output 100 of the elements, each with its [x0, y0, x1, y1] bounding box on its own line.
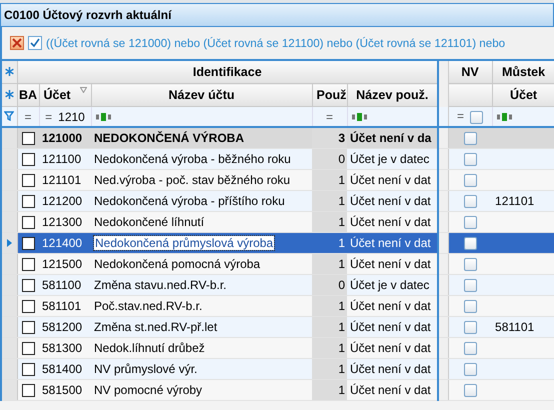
asterisk-icon[interactable] [4, 90, 14, 99]
table-cell: 1 [312, 316, 347, 338]
checkbox[interactable] [22, 279, 35, 292]
table-cell: Účet není v dat [347, 254, 438, 274]
checkbox[interactable] [464, 300, 477, 314]
window-title: C0100 Účtový rozvrh aktuální [0, 3, 554, 27]
table-cell: Nedokončená průmyslová výroba [94, 236, 274, 250]
clear-filter-button[interactable] [10, 36, 24, 50]
column-header[interactable]: Název účtu [91, 84, 312, 106]
table-cell: Nedokončené líhnutí [94, 215, 204, 229]
table-cell: Účet není v dat [347, 190, 438, 212]
checkbox[interactable] [22, 342, 35, 356]
table-cell: 1 [312, 212, 347, 232]
checkbox[interactable] [464, 279, 477, 292]
table-cell: 581101 [492, 316, 554, 338]
checkbox[interactable] [464, 363, 477, 376]
table-cell: Nedokončená výroba - příštího roku [94, 194, 285, 208]
filter-expression: ((Účet rovná se 121000) nebo (Účet rovná se 121100) nebo (Účet rovná se 121101) nebo [46, 36, 506, 50]
table-cell: 581100 [39, 274, 91, 296]
column-header[interactable]: Účet [492, 84, 554, 106]
close-icon [12, 38, 22, 48]
table-cell: 581300 [39, 338, 91, 358]
filter-enabled-checkbox[interactable] [28, 36, 42, 50]
table-cell: Účet není v dat [347, 296, 438, 316]
table-cell: 121000 [39, 127, 91, 148]
checkbox[interactable] [22, 153, 35, 166]
table-cell: 0 [312, 274, 347, 296]
table-cell: 1 [312, 254, 347, 274]
checkbox[interactable] [464, 216, 477, 230]
table-cell: Účet není v dat [347, 170, 438, 190]
table-cell: 3 [312, 127, 347, 148]
table-cell: 0 [312, 148, 347, 170]
text-filter-icon[interactable] [96, 112, 110, 120]
checkbox[interactable] [22, 300, 35, 314]
table-cell: 581500 [39, 380, 91, 400]
funnel-icon[interactable] [4, 110, 14, 120]
checkbox[interactable] [464, 321, 477, 334]
filter-operator[interactable]: = [17, 106, 39, 127]
checkbox[interactable] [464, 237, 477, 250]
table-cell: 581200 [39, 316, 91, 338]
checkbox[interactable] [22, 321, 35, 334]
filter-operator[interactable]: = [45, 110, 52, 124]
checkbox[interactable] [22, 132, 35, 146]
table-cell: 1 [312, 338, 347, 358]
table-cell: 581101 [39, 296, 91, 316]
table-cell: Nedokončená výroba - běžného roku [94, 152, 291, 166]
checkbox[interactable] [22, 363, 35, 376]
column-header[interactable]: Název použ. [347, 84, 438, 106]
text-filter-icon[interactable] [496, 112, 512, 120]
table-cell: NV průmyslové výr. [94, 362, 198, 376]
table-cell: 121200 [39, 190, 91, 212]
asterisk-icon[interactable] [4, 67, 14, 76]
row-pointer-icon [6, 239, 12, 247]
checkbox[interactable] [470, 110, 484, 124]
table-cell: 121500 [39, 254, 91, 274]
checkbox[interactable] [22, 237, 35, 250]
table-cell: Účet není v dat [347, 338, 438, 358]
column-header[interactable]: Použ [312, 84, 347, 106]
table-cell: 1 [312, 296, 347, 316]
text-filter-icon[interactable] [352, 112, 366, 120]
checkbox[interactable] [22, 195, 35, 208]
table-cell: Účet je v datec [347, 274, 438, 296]
table-cell: Účet není v dat [347, 316, 438, 338]
table-cell: 121101 [492, 190, 554, 212]
checkbox[interactable] [22, 174, 35, 188]
column-group-header: Můstek [492, 60, 554, 84]
checkbox[interactable] [464, 342, 477, 356]
table-cell: 121101 [39, 170, 91, 190]
table-cell: Změna stavu.ned.RV-b.r. [94, 278, 227, 292]
table-cell: Účet není v dat [347, 358, 438, 380]
checkbox[interactable] [464, 174, 477, 188]
table-cell: Nedokončená pomocná výroba [94, 257, 260, 271]
filter-operator[interactable]: = [457, 109, 464, 124]
checkbox[interactable] [22, 258, 35, 272]
table-cell: Ned.výroba - poč. stav běžného roku [94, 173, 290, 187]
table-cell: 121100 [39, 148, 91, 170]
table-cell: Účet není v dat [347, 380, 438, 400]
checkbox[interactable] [464, 258, 477, 272]
checkbox[interactable] [464, 132, 477, 146]
table-cell: 121400 [39, 232, 91, 254]
column-header[interactable]: BA [17, 84, 39, 106]
checkbox[interactable] [22, 384, 35, 398]
column-group-header: NV [448, 60, 492, 84]
checkbox[interactable] [464, 195, 477, 208]
table-cell: 1 [312, 190, 347, 212]
table-cell: Změna st.ned.RV-př.let [94, 320, 218, 334]
checkbox[interactable] [22, 216, 35, 230]
table-cell: 1 [312, 232, 347, 254]
filter-input[interactable]: 1210 [58, 110, 85, 124]
table-cell: Účet je v datec [347, 148, 438, 170]
column-group-header: Identifikace [17, 60, 438, 84]
table-cell: 1 [312, 380, 347, 400]
table-cell: 121300 [39, 212, 91, 232]
checkbox[interactable] [464, 384, 477, 398]
funnel-icon[interactable] [80, 87, 86, 93]
checkbox[interactable] [464, 153, 477, 166]
table-cell: Nedok.líhnutí drůbež [94, 341, 205, 355]
filter-operator[interactable]: = [312, 106, 347, 127]
table-cell: NV pomocné výroby [94, 383, 202, 397]
table-cell: Účet není v dat [347, 212, 438, 232]
